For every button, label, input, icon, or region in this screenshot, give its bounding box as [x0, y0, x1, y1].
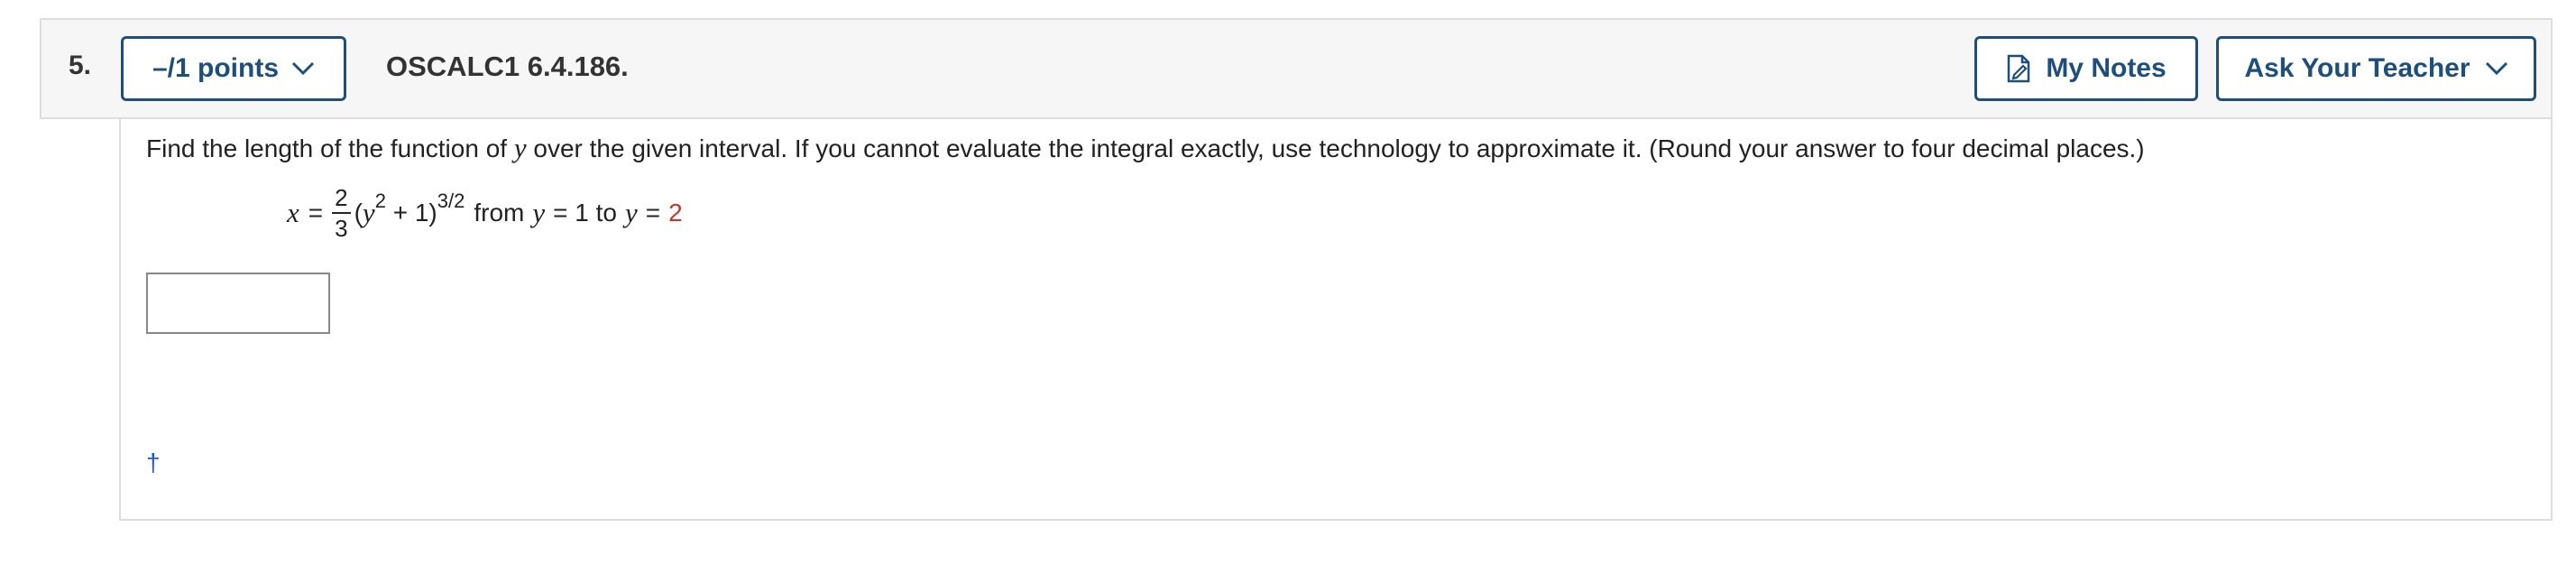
points-label: –/1 points [152, 53, 280, 83]
eq-fraction: 2 3 [332, 186, 351, 242]
eq-open-paren: ( [354, 199, 363, 227]
equation: x = 2 3 (y 2 + 1) 3/2 from y = 1 to y = 2 [287, 186, 683, 240]
question-code: OSCALC1 6.4.186. [386, 51, 629, 82]
eq-var-1: y [532, 197, 546, 228]
answer-input[interactable] [146, 273, 330, 334]
prompt-text-1: Find the length of the function of [146, 134, 514, 162]
prompt-text-2: over the given interval. If you cannot e… [526, 134, 2145, 162]
prompt-variable: y [513, 132, 527, 163]
question-body [119, 119, 2553, 521]
eq-upper-bound: 2 [668, 199, 683, 227]
question-header: 5. –/1 points OSCALC1 6.4.186. My Notes … [40, 18, 2553, 119]
eq-from: from [474, 199, 525, 227]
eq-lhs-var: x [287, 197, 299, 228]
notes-icon [2006, 54, 2031, 83]
eq-inner-exponent: 2 [374, 190, 386, 212]
footnote-dagger-link[interactable]: † [146, 449, 161, 477]
eq-frac-denominator: 3 [335, 215, 348, 242]
ask-teacher-label: Ask Your Teacher [2244, 53, 2470, 83]
eq-inner-var: y [362, 197, 375, 228]
my-notes-button[interactable]: My Notes [1974, 36, 2198, 101]
ask-your-teacher-button[interactable]: Ask Your Teacher [2216, 36, 2536, 101]
eq-equals: = [308, 199, 324, 227]
chevron-down-icon [291, 61, 315, 76]
question-number: 5. [69, 51, 92, 80]
eq-var-2: y [624, 197, 638, 228]
question-prompt: Find the length of the function of y ove… [146, 132, 2145, 164]
eq-lower-bound: = 1 to [553, 199, 617, 227]
eq-outer-exponent: 3/2 [437, 190, 465, 212]
points-dropdown-button[interactable]: –/1 points [121, 36, 346, 101]
my-notes-label: My Notes [2046, 53, 2167, 83]
eq-inner-rest: + 1) [385, 199, 437, 227]
eq-equals-2: = [645, 199, 661, 227]
eq-frac-numerator: 2 [332, 186, 351, 214]
chevron-down-icon [2485, 61, 2508, 76]
